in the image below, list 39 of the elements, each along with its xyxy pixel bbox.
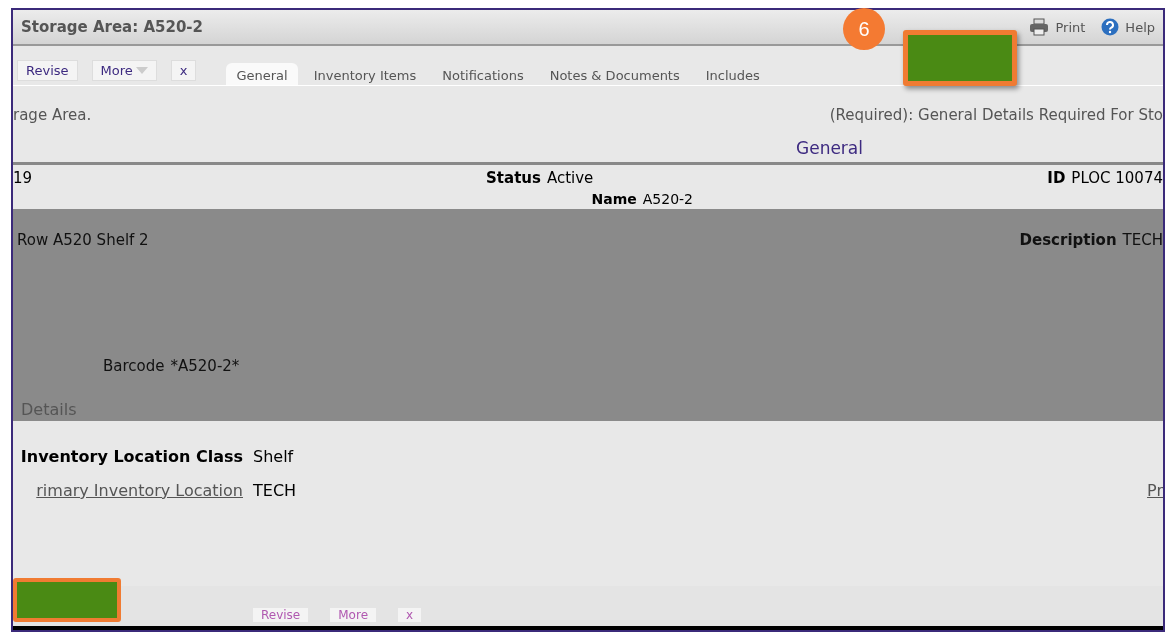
caret-icon bbox=[135, 66, 148, 75]
tab[interactable]: Notifications bbox=[432, 63, 534, 85]
field-link[interactable]: rimary Inventory Location bbox=[13, 481, 243, 515]
field-label: Barcode bbox=[103, 357, 165, 375]
tab[interactable]: General bbox=[226, 63, 298, 85]
field-value: TECH bbox=[1122, 231, 1163, 249]
action-button[interactable]: Revise bbox=[253, 608, 309, 622]
field-value: Active bbox=[546, 169, 594, 187]
field-value: Shelf bbox=[253, 447, 294, 468]
field-value: Row A520 Shelf 2 bbox=[17, 231, 149, 249]
field-value: PLOC 10074 bbox=[1071, 169, 1163, 187]
field-label: Name bbox=[591, 191, 637, 207]
field-value: *A520-2* bbox=[170, 357, 240, 375]
highlighted-button[interactable] bbox=[13, 578, 121, 622]
field-value: A520-2 bbox=[642, 191, 693, 207]
side-link[interactable]: Pr bbox=[1147, 481, 1163, 500]
action-button[interactable]: More bbox=[330, 608, 376, 622]
intro-text: rage Area. bbox=[13, 106, 92, 124]
help-icon bbox=[1101, 18, 1120, 36]
action-button[interactable]: x bbox=[398, 608, 422, 622]
field-value: 19 bbox=[13, 169, 33, 187]
tab[interactable]: Includes bbox=[695, 63, 770, 85]
field-label: Inventory Location Class bbox=[19, 447, 243, 468]
required-note: (Required): General Details Required For Sto bbox=[829, 106, 1163, 124]
action-button[interactable]: More bbox=[91, 60, 157, 81]
field-value: TECH bbox=[253, 481, 297, 502]
action-button[interactable]: Revise bbox=[17, 60, 78, 81]
highlighted-button[interactable] bbox=[903, 30, 1017, 86]
header-link[interactable]: Help bbox=[1101, 18, 1155, 36]
tab[interactable]: Notes & Documents bbox=[539, 63, 690, 85]
header-link[interactable]: Print bbox=[1029, 18, 1086, 36]
field-label: Description bbox=[1019, 231, 1117, 249]
action-button[interactable]: x bbox=[170, 60, 197, 81]
section-title: General bbox=[796, 138, 863, 158]
field-label: Status bbox=[486, 169, 541, 187]
print-icon bbox=[1029, 18, 1050, 36]
window-title: Storage Area: A520-2 bbox=[21, 18, 204, 36]
field-label: ID bbox=[1047, 169, 1066, 187]
tab[interactable]: Inventory Items bbox=[303, 63, 427, 85]
